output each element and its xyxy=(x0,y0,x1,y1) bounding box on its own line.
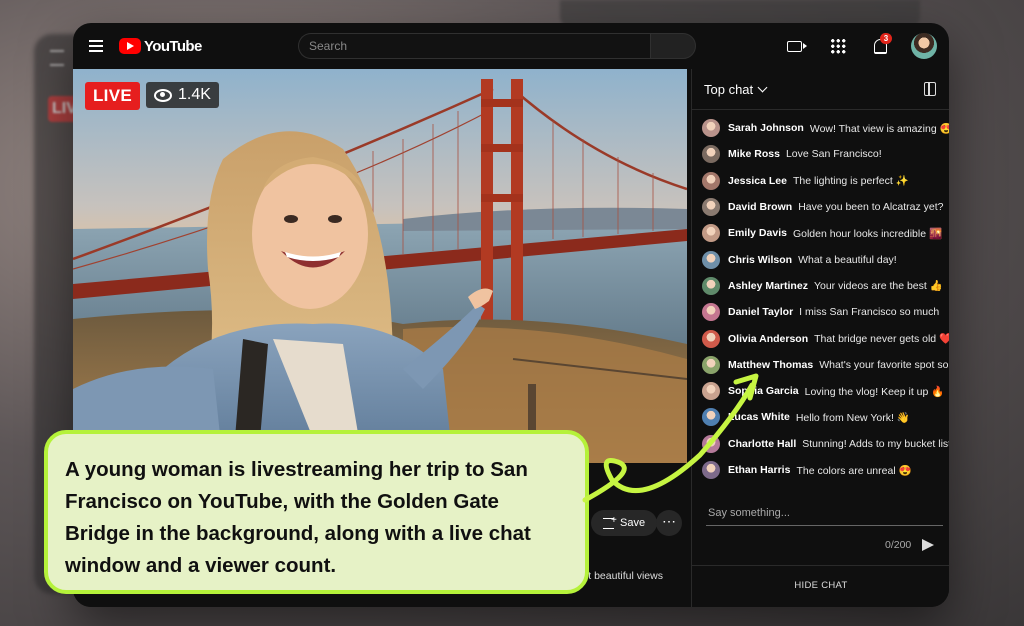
chat-author-name[interactable]: Chris Wilson xyxy=(728,254,792,266)
video-description-fragment: st beautiful views xyxy=(583,570,663,582)
chat-author-name[interactable]: Olivia Anderson xyxy=(728,333,808,345)
caption-box: A young woman is livestreaming her trip … xyxy=(44,430,589,594)
save-button[interactable]: Save xyxy=(591,510,658,536)
viewer-count: 1.4K xyxy=(146,82,219,108)
chat-message-text: I miss San Francisco so much xyxy=(799,306,940,319)
viewer-count-value: 1.4K xyxy=(178,86,211,103)
chat-author-name[interactable]: David Brown xyxy=(728,201,792,213)
chevron-down-icon xyxy=(757,82,768,93)
live-badge: LIVE xyxy=(85,82,140,110)
chat-avatar[interactable] xyxy=(702,434,720,453)
chat-message: Charlotte Hall Stunning! Adds to my bucke… xyxy=(702,431,949,457)
chat-message-text: Loving the vlog! Keep it up 🔥 xyxy=(804,385,945,398)
chat-message-text: The lighting is perfect ✨ xyxy=(792,175,909,188)
chat-avatar[interactable] xyxy=(702,145,720,164)
chat-title: Top chat xyxy=(704,82,754,97)
chat-avatar[interactable] xyxy=(702,303,720,322)
top-chat-dropdown[interactable]: Top chat xyxy=(704,82,768,97)
notifications-bell-icon[interactable]: 3 xyxy=(869,33,892,57)
chat-message-text: Wow! That view is amazing 😍 xyxy=(809,122,949,135)
video-frame-image xyxy=(73,69,687,463)
chat-author-name[interactable]: Lucas White xyxy=(728,411,790,423)
chat-message: David Brown Have you been to Alcatraz yet… xyxy=(702,194,949,220)
chat-author-name[interactable]: Emily Davis xyxy=(728,227,787,239)
chat-message: Mike Ross Love San Francisco! xyxy=(702,141,949,167)
background-menu-icon xyxy=(50,50,64,66)
chat-message-text: Have you been to Alcatraz yet? xyxy=(798,201,944,214)
chat-avatar[interactable] xyxy=(702,408,720,427)
chat-message: Matthew Thomas What's your favorite spot … xyxy=(702,352,949,378)
chat-author-name[interactable]: Matthew Thomas xyxy=(728,359,813,371)
chat-message-input[interactable] xyxy=(706,501,943,526)
live-chat-panel: Top chat Sarah Johnson Wow! That view is … xyxy=(691,69,949,607)
chat-message: Daniel Taylor I miss San Francisco so muc… xyxy=(702,299,949,325)
chat-messages: Sarah Johnson Wow! That view is amazing 😍… xyxy=(702,115,949,483)
playlist-add-icon xyxy=(603,515,617,529)
chat-author-name[interactable]: Charlotte Hall xyxy=(728,438,796,450)
chat-message-text: Hello from New York! 👋 xyxy=(795,411,910,424)
char-counter: 0/200 xyxy=(885,539,912,551)
chat-avatar[interactable] xyxy=(702,224,720,243)
chat-avatar[interactable] xyxy=(702,171,720,190)
chat-message-text: That bridge never gets old ❤️ xyxy=(814,333,949,346)
chat-message: Lucas White Hello from New York! 👋 xyxy=(702,404,949,430)
chat-message: Chris Wilson What a beautiful day! xyxy=(702,246,949,272)
chat-avatar[interactable] xyxy=(702,382,720,401)
chat-message-text: Your videos are the best 👍 xyxy=(813,280,943,293)
send-icon[interactable] xyxy=(922,539,934,551)
chat-avatar[interactable] xyxy=(702,250,720,269)
chat-message: Jessica Lee The lighting is perfect ✨ xyxy=(702,168,949,194)
chat-message-text: Love San Francisco! xyxy=(785,148,882,161)
account-avatar[interactable] xyxy=(911,33,937,59)
chat-message-text: The colors are unreal 😍 xyxy=(796,464,912,477)
eye-icon xyxy=(154,88,172,102)
chat-layout-icon[interactable] xyxy=(924,82,936,96)
chat-author-name[interactable]: Sarah Johnson xyxy=(728,122,804,134)
chat-message: Emily Davis Golden hour looks incredible … xyxy=(702,220,949,246)
youtube-play-icon xyxy=(119,38,141,54)
chat-message-text: What a beautiful day! xyxy=(798,253,897,266)
save-label: Save xyxy=(620,517,646,529)
more-options-button[interactable]: ⋯ xyxy=(656,510,682,536)
top-icons: 3 xyxy=(785,33,937,59)
chat-message-text: What's your favorite spot so far? xyxy=(819,358,949,371)
top-bar: YouTube 3 xyxy=(73,23,949,69)
chat-author-name[interactable]: Mike Ross xyxy=(728,148,780,160)
notification-badge: 3 xyxy=(880,33,892,44)
apps-grid-icon[interactable] xyxy=(827,35,849,57)
chat-avatar[interactable] xyxy=(702,276,720,295)
chat-message: Ashley Martinez Your videos are the best … xyxy=(702,273,949,299)
search-bar xyxy=(298,33,696,59)
chat-message: Ethan Harris The colors are unreal 😍 xyxy=(702,457,949,483)
chat-avatar[interactable] xyxy=(702,355,720,374)
chat-message: Olivia Anderson That bridge never gets ol… xyxy=(702,325,949,351)
chat-author-name[interactable]: Ethan Harris xyxy=(728,464,790,476)
logo-text: YouTube xyxy=(144,37,202,55)
chat-avatar[interactable] xyxy=(702,198,720,217)
search-button[interactable] xyxy=(650,33,696,59)
chat-header: Top chat xyxy=(692,69,949,110)
chat-author-name[interactable]: Daniel Taylor xyxy=(728,306,793,318)
video-player[interactable]: LIVE 1.4K xyxy=(73,69,687,463)
chat-author-name[interactable]: Ashley Martinez xyxy=(728,280,808,292)
hamburger-menu-icon[interactable] xyxy=(89,40,103,52)
chat-avatar[interactable] xyxy=(702,119,720,138)
hide-chat-button[interactable]: HIDE CHAT xyxy=(692,565,949,607)
search-input[interactable] xyxy=(298,33,650,59)
chat-message-text: Golden hour looks incredible 🌇 xyxy=(792,227,943,240)
create-video-icon[interactable] xyxy=(785,35,807,57)
chat-author-name[interactable]: Jessica Lee xyxy=(728,175,787,187)
chat-message: Sarah Johnson Wow! That view is amazing 😍 xyxy=(702,115,949,141)
chat-message: Sophia Garcia Loving the vlog! Keep it up… xyxy=(702,378,949,404)
youtube-logo[interactable]: YouTube xyxy=(119,37,202,55)
chat-message-text: Stunning! Adds to my bucket list xyxy=(802,437,949,450)
chat-avatar[interactable] xyxy=(702,461,720,479)
chat-avatar[interactable] xyxy=(702,329,720,348)
chat-author-name[interactable]: Sophia Garcia xyxy=(728,385,799,397)
